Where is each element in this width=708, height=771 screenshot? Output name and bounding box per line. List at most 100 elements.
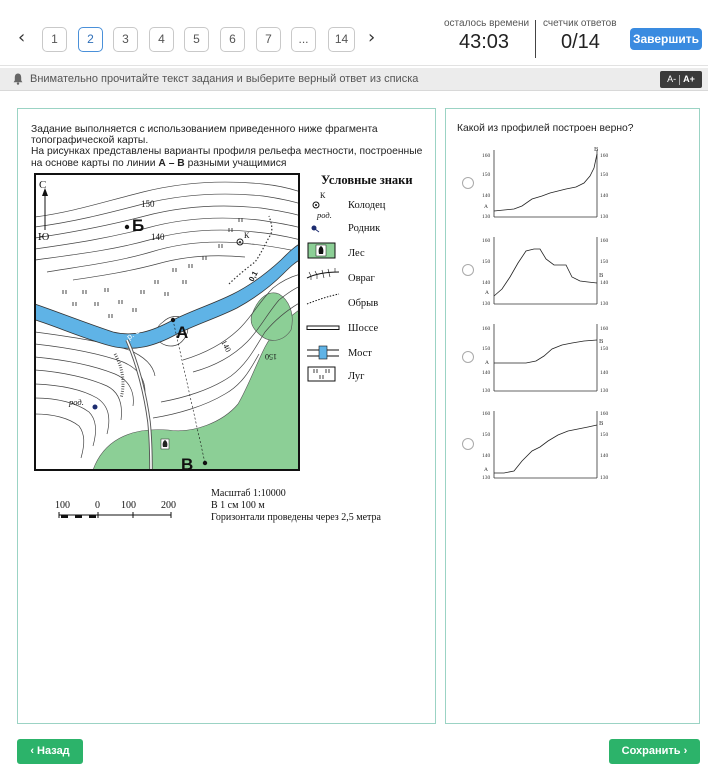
legend-ravine: Овраг: [348, 273, 375, 284]
chevron-right-icon[interactable]: ›: [368, 29, 375, 47]
page-button-7[interactable]: 7: [256, 27, 281, 52]
legend-cliff: Обрыв: [348, 298, 378, 309]
profile-2-y-160-right: 160: [600, 238, 609, 244]
map-well-label: К: [244, 231, 250, 240]
page-button-5[interactable]: 5: [184, 27, 209, 52]
task-text-line-2-bold: А – В: [158, 157, 185, 169]
map-south-label: Ю: [38, 231, 49, 243]
font-decrease-button[interactable]: A-: [664, 71, 679, 88]
legend-title: Условные знаки: [321, 173, 413, 187]
map-contour-150-right: 150: [265, 352, 277, 361]
map-legend: Условные знаки К Колодец род. Родник Лес…: [306, 173, 413, 382]
profile-3-y-160-right: 160: [600, 326, 609, 332]
task-text-line-2: На рисунках представлены варианты профил…: [31, 146, 431, 168]
legend-spring-icon: [311, 225, 320, 233]
answer-counter-label: счетчик ответов: [543, 18, 617, 29]
page-button-1[interactable]: 1: [42, 27, 67, 52]
profile-1-y-140-right: 140: [600, 193, 609, 199]
profile-4-end-label: В: [599, 420, 604, 427]
answer-radio-4[interactable]: [462, 438, 474, 450]
timer-label: осталось времени: [444, 18, 530, 29]
scale-description: В 1 см 100 м: [211, 500, 265, 511]
page-button-6[interactable]: 6: [220, 27, 245, 52]
profile-2-y-150: 150: [482, 259, 491, 265]
legend-road: Шоссе: [348, 323, 379, 334]
profile-3-y-150-right: 150: [600, 346, 609, 352]
page-button-14[interactable]: 14: [328, 27, 355, 52]
profile-4-y-160: 160: [482, 411, 491, 417]
profile-3-y-160: 160: [482, 326, 491, 332]
bell-icon: [13, 73, 23, 85]
profile-4-y-160-right: 160: [600, 411, 609, 417]
profile-2-y-150-right: 150: [600, 259, 609, 265]
profile-1-y-140: 140: [482, 193, 491, 199]
divider: [535, 20, 536, 58]
top-navigation-bar: ‹ 1 2 3 4 5 6 7 ... 14 › осталось времен…: [0, 0, 708, 66]
scale-bar: [58, 512, 172, 518]
profile-2-y-130: 130: [482, 301, 491, 307]
legend-ravine-icon: [306, 268, 340, 280]
legend-well-letter: К: [320, 191, 326, 200]
map-point-b-lower: В: [181, 455, 193, 474]
scale-tick-100: 100: [121, 500, 136, 511]
profile-1-y-150: 150: [482, 172, 491, 178]
profile-4-y-150-right: 150: [600, 432, 609, 438]
profile-4-y-130-right: 130: [600, 475, 609, 481]
task-text-line-2-post: разными учащимися: [184, 157, 287, 169]
back-button-label: Назад: [37, 745, 70, 757]
legend-spring-letter: род.: [316, 210, 332, 220]
legend-forest-icon: [307, 242, 336, 259]
task-panel: Задание выполняется с использованием при…: [17, 108, 436, 724]
instruction-text: Внимательно прочитайте текст задания и в…: [30, 73, 419, 85]
profile-4-y-140-right: 140: [600, 453, 609, 459]
map-scale: 100 0 100 200 Масштаб 1:10000 В 1 см 100…: [55, 488, 382, 523]
profile-1-y-160: 160: [482, 153, 491, 159]
answer-radio-2[interactable]: [462, 264, 474, 276]
scale-tick-100-left: 100: [55, 500, 70, 511]
back-button[interactable]: ‹ Назад: [17, 739, 83, 764]
profile-3-end-label: В: [599, 338, 604, 345]
contour-interval: Горизонтали проведены через 2,5 метра: [211, 512, 382, 523]
profile-3-y-140-right: 140: [600, 370, 609, 376]
topographic-map: С Ю Б А В К род. 150 140 140 150 р. Семё…: [34, 173, 300, 474]
profile-2-end-label: В: [599, 272, 604, 279]
map-north-label: С: [39, 179, 46, 191]
save-button-label: Сохранить: [621, 745, 681, 757]
task-text-line-1: Задание выполняется с использованием при…: [31, 124, 378, 147]
profile-3-y-130-right: 130: [600, 388, 609, 394]
answer-counter-value: 0/14: [561, 31, 600, 53]
profile-1-y-150-right: 150: [600, 172, 609, 178]
profile-2-y-140-right: 140: [600, 280, 609, 286]
font-increase-button[interactable]: A+: [680, 71, 698, 88]
profile-chart-4: 160 150 140 130 160 150 140 130 А В: [482, 411, 609, 481]
page-button-3[interactable]: 3: [113, 27, 138, 52]
answer-radio-3[interactable]: [462, 351, 474, 363]
legend-spring: Родник: [348, 223, 381, 234]
legend-bridge-icon: [307, 345, 339, 360]
profile-chart-3: 160 150 140 130 160 150 140 130 А В: [482, 324, 609, 394]
profile-1-y-160-right: 160: [600, 153, 609, 159]
page-button-ellipsis[interactable]: ...: [291, 27, 316, 52]
profile-4-start-label: А: [484, 467, 488, 473]
profile-3-y-130: 130: [482, 388, 491, 394]
answer-panel: Какой из профилей построен верно? 160 15…: [445, 108, 700, 724]
finish-button[interactable]: Завершить: [630, 28, 702, 50]
profile-1-y-130-right: 130: [600, 214, 609, 220]
question-text: Какой из профилей построен верно?: [457, 123, 634, 134]
profile-1-end-label: В: [594, 146, 599, 153]
scale-tick-200: 200: [161, 500, 176, 511]
save-button[interactable]: Сохранить ›: [609, 739, 700, 764]
instruction-bar: Внимательно прочитайте текст задания и в…: [0, 68, 708, 91]
answer-radio-1[interactable]: [462, 177, 474, 189]
legend-well: Колодец: [348, 200, 386, 211]
legend-well-icon: [312, 201, 320, 209]
map-contour-150: 150: [141, 199, 155, 209]
profile-1-start-label: А: [484, 204, 488, 210]
page-button-4[interactable]: 4: [149, 27, 174, 52]
legend-bridge: Мост: [348, 348, 372, 359]
page-button-2[interactable]: 2: [78, 27, 103, 52]
chevron-left-icon[interactable]: ‹: [18, 29, 25, 47]
map-point-b-upper: Б: [132, 216, 144, 235]
profile-2-y-160: 160: [482, 238, 491, 244]
legend-meadow: Луг: [348, 371, 365, 382]
